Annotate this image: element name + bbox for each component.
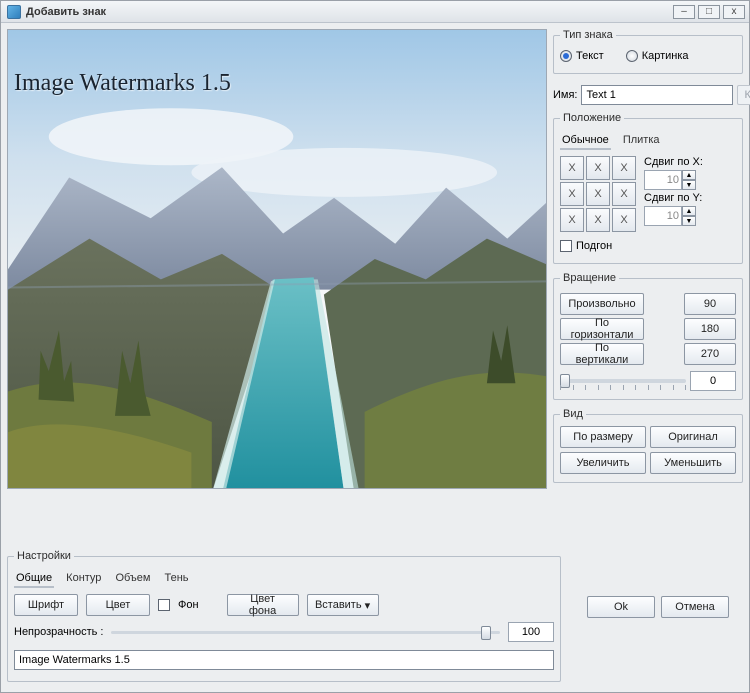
rotation-group: Вращение Произвольно 90 По горизонтали 1… <box>553 272 743 400</box>
pos-br[interactable]: X <box>612 208 636 232</box>
minimize-button[interactable]: – <box>673 5 695 19</box>
offset-y-input[interactable] <box>644 206 682 226</box>
rotation-value: 0 <box>690 371 736 391</box>
offset-x-input[interactable] <box>644 170 682 190</box>
watermark-text-input[interactable] <box>14 650 554 670</box>
rotation-270-button[interactable]: 270 <box>684 343 736 365</box>
settings-tab-general[interactable]: Общие <box>14 570 54 588</box>
offset-x-label: Сдвиг по X: <box>644 156 703 168</box>
view-group: Вид По размеру Оригинал Увеличить Уменьш… <box>553 408 743 483</box>
position-legend: Положение <box>560 112 624 124</box>
settings-group: Настройки Общие Контур Объем Тень Шрифт … <box>7 550 561 682</box>
opacity-slider[interactable] <box>111 631 500 634</box>
type-text-label: Текст <box>576 50 604 62</box>
window-title: Добавить знак <box>26 6 670 18</box>
settings-tab-contour[interactable]: Контур <box>64 570 103 588</box>
opacity-slider-thumb[interactable] <box>481 626 491 640</box>
view-fit-button[interactable]: По размеру <box>560 426 646 448</box>
type-text-radio[interactable] <box>560 50 572 62</box>
watermark-overlay: Image Watermarks 1.5 <box>14 70 231 97</box>
insert-button[interactable]: Вставить ▾ <box>307 594 379 616</box>
pos-tl[interactable]: X <box>560 156 584 180</box>
rotation-legend: Вращение <box>560 272 619 284</box>
view-legend: Вид <box>560 408 586 420</box>
pos-ml[interactable]: X <box>560 182 584 206</box>
rotation-90-button[interactable]: 90 <box>684 293 736 315</box>
app-icon <box>7 5 21 19</box>
offset-y-up[interactable]: ▲ <box>682 206 696 216</box>
bg-checkbox[interactable] <box>158 599 170 611</box>
rotation-arbitrary-button[interactable]: Произвольно <box>560 293 644 315</box>
type-group: Тип знака Текст Картинка <box>553 29 743 74</box>
name-input[interactable] <box>581 85 733 105</box>
dialog-actions: Ok Отмена <box>573 550 743 618</box>
cancel-button[interactable]: Отмена <box>661 596 729 618</box>
name-row: Имя: Картинка <box>553 85 743 105</box>
type-picture-radio[interactable] <box>626 50 638 62</box>
position-tab-tile[interactable]: Плитка <box>621 132 662 150</box>
pos-mr[interactable]: X <box>612 182 636 206</box>
rotation-180-button[interactable]: 180 <box>684 318 736 340</box>
offset-x-up[interactable]: ▲ <box>682 170 696 180</box>
close-button[interactable]: x <box>723 5 745 19</box>
fit-label: Подгон <box>576 240 612 252</box>
maximize-button[interactable]: □ <box>698 5 720 19</box>
view-zoomout-button[interactable]: Уменьшить <box>650 452 736 474</box>
ok-button[interactable]: Ok <box>587 596 655 618</box>
add-watermark-window: Добавить знак – □ x <box>0 0 750 693</box>
position-grid: X X X X X X X X X <box>560 156 636 232</box>
rotation-vertical-button[interactable]: По вертикали <box>560 343 644 365</box>
pos-tr[interactable]: X <box>612 156 636 180</box>
type-picture-label: Картинка <box>642 50 689 62</box>
type-legend: Тип знака <box>560 29 616 41</box>
rotation-horizontal-button[interactable]: По горизонтали <box>560 318 644 340</box>
pos-mc[interactable]: X <box>586 182 610 206</box>
image-preview: Image Watermarks 1.5 <box>7 29 547 489</box>
pos-bc[interactable]: X <box>586 208 610 232</box>
pos-bl[interactable]: X <box>560 208 584 232</box>
picture-button[interactable]: Картинка <box>737 85 750 105</box>
position-tab-normal[interactable]: Обычное <box>560 132 611 150</box>
offset-y-down[interactable]: ▼ <box>682 216 696 226</box>
opacity-value: 100 <box>508 622 554 642</box>
offset-y-label: Сдвиг по Y: <box>644 192 703 204</box>
rotation-slider[interactable] <box>560 379 686 383</box>
fit-checkbox[interactable] <box>560 240 572 252</box>
chevron-down-icon: ▾ <box>365 599 371 612</box>
view-zoomin-button[interactable]: Увеличить <box>560 452 646 474</box>
settings-tab-shadow[interactable]: Тень <box>162 570 190 588</box>
pos-tc[interactable]: X <box>586 156 610 180</box>
opacity-label: Непрозрачность : <box>14 626 103 638</box>
settings-tab-volume[interactable]: Объем <box>113 570 152 588</box>
position-group: Положение Обычное Плитка X X X X X X X X <box>553 112 743 264</box>
color-button[interactable]: Цвет <box>86 594 150 616</box>
name-label: Имя: <box>553 89 577 101</box>
bg-color-button[interactable]: Цвет фона <box>227 594 299 616</box>
view-original-button[interactable]: Оригинал <box>650 426 736 448</box>
bg-label: Фон <box>178 599 199 611</box>
font-button[interactable]: Шрифт <box>14 594 78 616</box>
titlebar: Добавить знак – □ x <box>1 1 749 23</box>
preview-scene <box>8 30 546 488</box>
settings-legend: Настройки <box>14 550 74 562</box>
offset-x-down[interactable]: ▼ <box>682 180 696 190</box>
